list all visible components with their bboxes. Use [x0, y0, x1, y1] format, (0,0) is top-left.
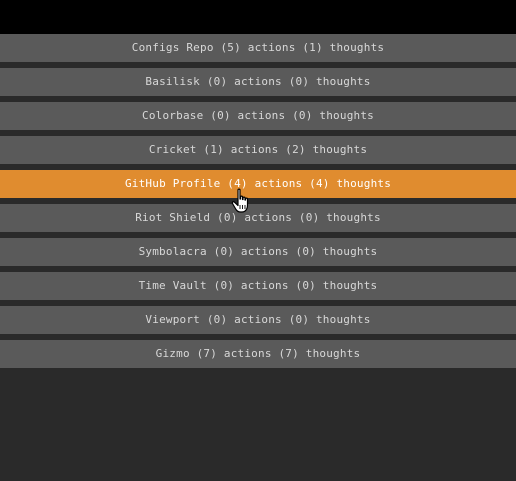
- project-item-symbolacra[interactable]: Symbolacra (0) actions (0) thoughts: [0, 238, 516, 266]
- project-item-basilisk[interactable]: Basilisk (0) actions (0) thoughts: [0, 68, 516, 96]
- project-item-gizmo[interactable]: Gizmo (7) actions (7) thoughts: [0, 340, 516, 368]
- project-item-time-vault[interactable]: Time Vault (0) actions (0) thoughts: [0, 272, 516, 300]
- project-item-riot-shield[interactable]: Riot Shield (0) actions (0) thoughts: [0, 204, 516, 232]
- project-item-github-profile[interactable]: GitHub Profile (4) actions (4) thoughts: [0, 170, 516, 198]
- project-item-configs-repo[interactable]: Configs Repo (5) actions (1) thoughts: [0, 34, 516, 62]
- project-item-colorbase[interactable]: Colorbase (0) actions (0) thoughts: [0, 102, 516, 130]
- project-list: Configs Repo (5) actions (1) thoughts Ba…: [0, 34, 516, 368]
- project-item-cricket[interactable]: Cricket (1) actions (2) thoughts: [0, 136, 516, 164]
- project-item-viewport[interactable]: Viewport (0) actions (0) thoughts: [0, 306, 516, 334]
- top-bar: [0, 0, 516, 34]
